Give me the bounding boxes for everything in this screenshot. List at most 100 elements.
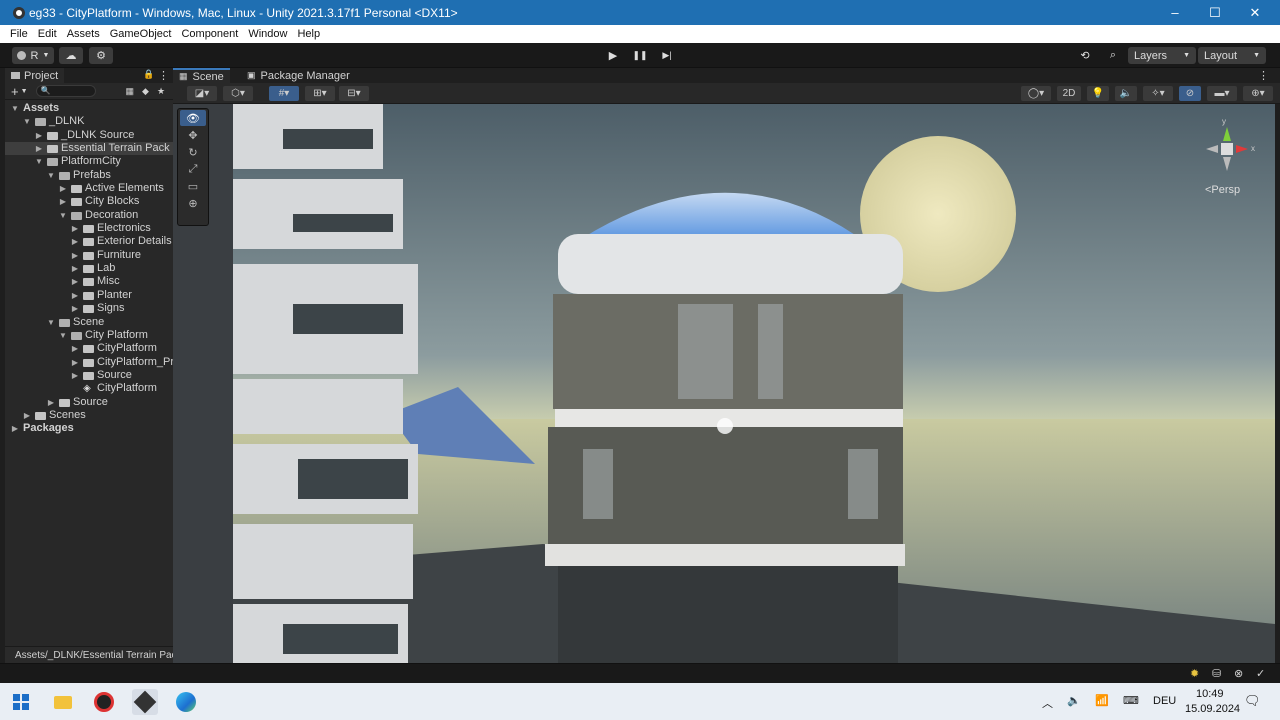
tree-item[interactable]: ◈ CityPlatform [5,382,173,395]
tree-item[interactable]: ▼ Prefabs [5,169,173,182]
tree-item[interactable]: ▶ Misc [5,275,173,288]
expand-down-icon[interactable]: ▼ [23,115,31,128]
tree-item[interactable]: ▶ City Blocks [5,195,173,208]
expand-right-icon[interactable]: ▶ [11,422,19,435]
camera-dropdown[interactable]: ▬▾ [1207,86,1237,101]
tree-item[interactable]: ▼ Decoration [5,209,173,222]
tab-project[interactable]: Project [5,68,65,83]
volume-icon[interactable]: 🔈 [1067,694,1081,707]
step-button[interactable]: ▶| [655,47,679,64]
expand-right-icon[interactable]: ▶ [71,262,79,275]
perspective-label[interactable]: <Persp [1205,184,1240,196]
grid-snap-toggle[interactable]: #▾ [269,86,299,101]
account-button[interactable]: R ▼ [12,47,54,64]
audio-toggle[interactable]: 🔈 [1115,86,1137,101]
menu-window[interactable]: Window [243,28,292,40]
more-menu-icon[interactable]: ⋮ [158,69,169,82]
tree-item[interactable]: ▶ Electronics [5,222,173,235]
language-indicator[interactable]: DEU [1153,695,1176,707]
expand-right-icon[interactable]: ▶ [71,289,79,302]
2d-toggle[interactable]: 2D [1057,86,1081,101]
layout-dropdown[interactable]: Layout ▼ [1198,47,1266,64]
tree-item[interactable]: ▼ City Platform [5,329,173,342]
tree-item[interactable]: ▶ _DLNK Source [5,129,173,142]
expand-right-icon[interactable]: ▶ [71,302,79,315]
hidden-objects-toggle[interactable]: ⊘ [1179,86,1201,101]
more-menu-icon[interactable]: ⋮ [1258,69,1269,82]
draw-mode-dropdown[interactable]: ◪▾ [187,86,217,101]
clock-date[interactable]: 15.09.2024 [1185,703,1240,715]
expand-right-icon[interactable]: ▶ [59,182,67,195]
expand-right-icon[interactable]: ▶ [71,222,79,235]
add-asset-button[interactable]: + [11,84,19,99]
menu-file[interactable]: File [0,28,33,40]
tree-item[interactable]: ▶ Active Elements [5,182,173,195]
clock-time[interactable]: 10:49 [1196,688,1224,700]
effects-dropdown[interactable]: ✧▾ [1143,86,1173,101]
tree-item[interactable]: ▼ PlatformCity [5,155,173,168]
tab-scene[interactable]: ▦ Scene [173,68,230,83]
close-button[interactable]: ✕ [1235,0,1275,25]
maximize-button[interactable]: ☐ [1195,0,1235,25]
rect-tool-button[interactable]: ▭ [180,178,206,194]
scene-viewport[interactable] [173,104,1275,663]
scale-tool-button[interactable]: ⤢ [180,161,206,177]
taskbar-file-explorer[interactable] [50,689,76,715]
tab-package-manager[interactable]: ▣ Package Manager [241,68,356,83]
tree-item[interactable]: ▶ Source [5,369,173,382]
tree-item[interactable]: ▼ Assets [5,102,173,115]
menu-component[interactable]: Component [176,28,243,40]
axis-gizmo-icon[interactable]: y x [1204,115,1260,185]
tray-chevron-up-icon[interactable]: ︿ [1042,695,1053,711]
shading-dropdown[interactable]: ⬡▾ [223,86,253,101]
play-button[interactable]: ▶ [601,47,625,64]
expand-right-icon[interactable]: ▶ [71,342,79,355]
expand-down-icon[interactable]: ▼ [59,329,67,342]
tree-item[interactable]: ▶ Furniture [5,249,173,262]
move-tool-button[interactable]: ✥ [180,127,206,143]
tree-item[interactable]: ▶ Lab [5,262,173,275]
rotate-tool-button[interactable]: ↻ [180,144,206,160]
tree-item[interactable]: ▶ Planter [5,289,173,302]
gizmos-dropdown[interactable]: ⊕▾ [1243,86,1273,101]
tree-item[interactable]: ▼ _DLNK [5,115,173,128]
taskbar-edge[interactable] [173,689,199,715]
expand-right-icon[interactable]: ▶ [35,129,43,142]
transform-tool-button[interactable]: ⊕ [180,195,206,211]
scene-render[interactable] [173,104,1275,663]
keyboard-icon[interactable]: ⌨ [1123,694,1139,707]
snap-increment-dropdown[interactable]: ⊞▾ [305,86,335,101]
tree-item[interactable]: ▶ Signs [5,302,173,315]
expand-right-icon[interactable]: ▶ [23,409,31,422]
lighting-status-icon[interactable]: ✹ [1190,667,1199,680]
orientation-gizmo[interactable]: y x [1204,115,1260,185]
cache-icon[interactable]: ⛁ [1212,667,1221,680]
tree-item[interactable]: ▶ Essential Terrain Pack [5,142,173,156]
filter-type-icon[interactable]: ▦ [126,86,135,97]
expand-right-icon[interactable]: ▶ [35,142,43,155]
tree-item[interactable]: ▶ CityPlatform [5,342,173,355]
taskbar-unity[interactable] [132,689,158,715]
tree-item[interactable]: ▶ Packages [5,422,173,435]
lighting-toggle[interactable]: 💡 [1087,86,1109,101]
cloud-button[interactable]: ☁ [59,47,83,64]
expand-down-icon[interactable]: ▼ [35,155,43,168]
ruler-dropdown[interactable]: ⊟▾ [339,86,369,101]
tree-item[interactable]: ▶ Exterior Details [5,235,173,248]
expand-right-icon[interactable]: ▶ [59,195,67,208]
tree-item[interactable]: ▶ Scenes [5,409,173,422]
collab-button[interactable]: ⚙ [89,47,113,64]
lock-icon[interactable]: 🔒 [143,69,154,80]
debug-icon[interactable]: ⊗ [1234,667,1243,680]
expand-down-icon[interactable]: ▼ [47,169,55,182]
menu-gameobject[interactable]: GameObject [105,28,177,40]
taskbar-app-2[interactable] [91,689,117,715]
expand-right-icon[interactable]: ▶ [71,369,79,382]
search-button[interactable]: ⌕ [1102,47,1124,64]
expand-down-icon[interactable]: ▼ [11,102,19,115]
minimize-button[interactable]: – [1155,0,1195,25]
layers-dropdown[interactable]: Layers ▼ [1128,47,1196,64]
pause-button[interactable]: ❚❚ [628,47,652,64]
tree-item[interactable]: ▶ Source [5,396,173,409]
menu-assets[interactable]: Assets [62,28,105,40]
